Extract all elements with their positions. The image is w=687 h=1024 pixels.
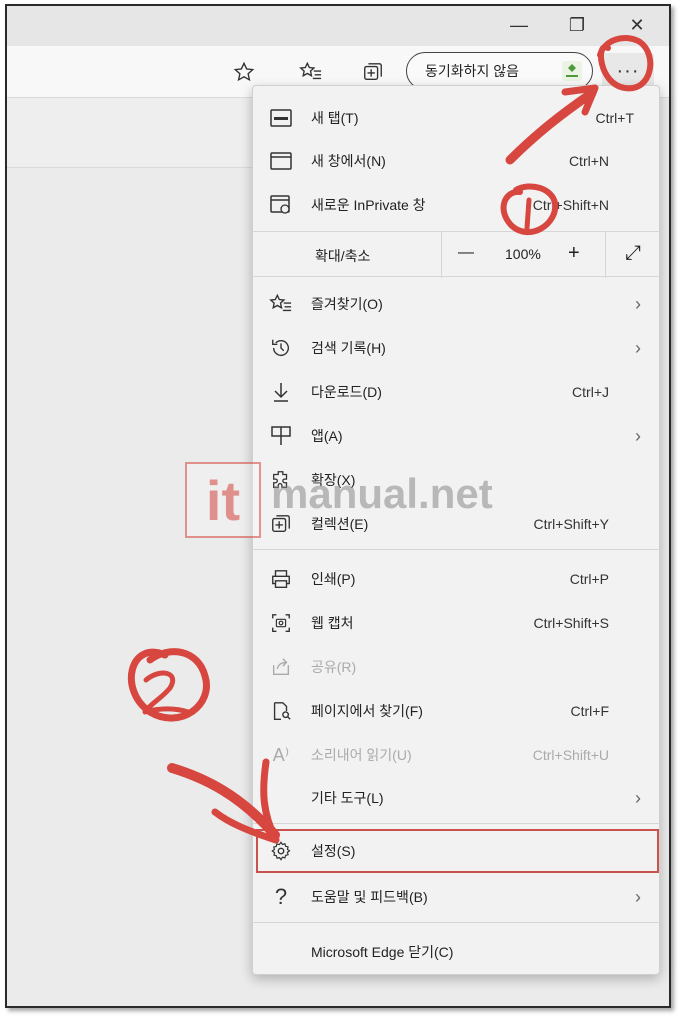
watermark-logo-box: it xyxy=(185,462,261,538)
menu-item-label: 인쇄(P) xyxy=(311,571,356,587)
menu-item-new-tab[interactable]: 새 탭(T) Ctrl+T xyxy=(253,98,659,138)
menu-item-label: 페이지에서 찾기(F) xyxy=(311,703,423,719)
menu-item-shortcut: Ctrl+Shift+U xyxy=(532,747,609,763)
find-icon xyxy=(267,697,295,725)
zoom-row: 확대/축소 — 100% + ⤢ xyxy=(253,231,659,278)
menu-item-find-on-page[interactable]: 페이지에서 찾기(F) Ctrl+F xyxy=(253,691,659,731)
favorites-icon[interactable] xyxy=(297,58,325,86)
menu-item-shortcut: Ctrl+Shift+S xyxy=(533,615,609,631)
menu-item-new-window[interactable]: 새 창에서(N) Ctrl+N xyxy=(253,141,659,181)
menu-item-shortcut: Ctrl+P xyxy=(569,571,609,587)
menu-item-help[interactable]: ? 도움말 및 피드백(B) › xyxy=(253,877,659,917)
menu-item-shortcut: Ctrl+T xyxy=(595,110,635,126)
menu-item-label: 새 탭(T) xyxy=(311,110,359,126)
history-icon xyxy=(267,334,295,362)
zoom-level: 100% xyxy=(505,246,541,262)
new-window-icon xyxy=(267,147,295,175)
new-tab-icon xyxy=(267,104,295,132)
chevron-right-icon: › xyxy=(635,293,641,314)
close-button[interactable]: ✕ xyxy=(617,10,657,40)
web-capture-icon xyxy=(267,609,295,637)
menu-item-history[interactable]: 검색 기록(H) › xyxy=(253,328,659,368)
restore-button[interactable]: ❐ xyxy=(557,10,597,40)
zoom-in-button[interactable]: + xyxy=(568,242,580,265)
menu-item-web-capture[interactable]: 웹 캡처 Ctrl+Shift+S xyxy=(253,603,659,643)
more-options-button[interactable]: ··· xyxy=(602,53,654,89)
menu-item-more-tools[interactable]: 기타 도구(L) › xyxy=(253,778,659,818)
menu-item-settings[interactable]: 설정(S) xyxy=(253,831,659,871)
profile-avatar xyxy=(562,61,582,81)
menu-item-label: 검색 기록(H) xyxy=(311,340,386,356)
menu-item-label: 다운로드(D) xyxy=(311,384,382,400)
page-area-line xyxy=(7,98,277,168)
chevron-right-icon: › xyxy=(635,425,641,446)
menu-item-label: 소리내어 읽기(U) xyxy=(311,747,412,763)
title-bar: — ❐ ✕ xyxy=(7,6,669,46)
menu-item-downloads[interactable]: 다운로드(D) Ctrl+J xyxy=(253,372,659,412)
menu-item-label: 도움말 및 피드백(B) xyxy=(311,889,428,905)
chevron-right-icon: › xyxy=(635,337,641,358)
gear-icon xyxy=(267,837,295,865)
read-aloud-icon: A⁾ xyxy=(272,744,290,765)
menu-item-apps[interactable]: 앱(A) › xyxy=(253,416,659,456)
menu-item-shortcut: Ctrl+Shift+Y xyxy=(533,516,609,532)
zoom-label: 확대/축소 xyxy=(315,248,371,264)
menu-item-inprivate[interactable]: 새로운 InPrivate 창 Ctrl+Shift+N xyxy=(253,185,659,225)
menu-item-shortcut: Ctrl+J xyxy=(572,384,609,400)
menu-item-label: 새 창에서(N) xyxy=(311,153,386,169)
share-icon xyxy=(267,653,295,681)
watermark-text: manual.net xyxy=(271,470,493,517)
chevron-right-icon: › xyxy=(635,886,641,907)
menu-item-label: 웹 캡처 xyxy=(311,615,354,631)
menu-item-print[interactable]: 인쇄(P) Ctrl+P xyxy=(253,559,659,599)
menu-item-label: 기타 도구(L) xyxy=(311,790,384,806)
zoom-out-button[interactable]: — xyxy=(458,244,474,262)
menu-item-favorites[interactable]: 즐겨찾기(O) › xyxy=(253,284,659,324)
menu-item-shortcut: Ctrl+Shift+N xyxy=(532,197,609,213)
star-outline-icon[interactable] xyxy=(230,58,258,86)
menu-item-label: 앱(A) xyxy=(311,428,343,444)
minimize-button[interactable]: — xyxy=(499,10,539,40)
menu-item-shortcut: Ctrl+N xyxy=(568,153,609,169)
menu-item-share[interactable]: 공유(R) xyxy=(253,647,659,687)
help-icon: ? xyxy=(274,884,288,909)
favorites-icon xyxy=(267,290,295,318)
inprivate-icon xyxy=(267,191,295,219)
download-icon xyxy=(267,378,295,406)
fullscreen-icon[interactable]: ⤢ xyxy=(625,242,641,265)
menu-item-label: Microsoft Edge 닫기(C) xyxy=(311,944,454,960)
menu-item-label: 공유(R) xyxy=(311,659,357,675)
collections-icon[interactable] xyxy=(359,58,387,86)
menu-item-close-edge[interactable]: Microsoft Edge 닫기(C) xyxy=(253,932,659,972)
menu-item-read-aloud[interactable]: A⁾ 소리내어 읽기(U) Ctrl+Shift+U xyxy=(253,735,659,775)
print-icon xyxy=(267,565,295,593)
menu-item-label: 즐겨찾기(O) xyxy=(311,296,383,312)
menu-item-label: 설정(S) xyxy=(311,843,356,859)
chevron-right-icon: › xyxy=(635,787,641,808)
menu-item-label: 새로운 InPrivate 창 xyxy=(311,197,426,213)
sync-status-label: 동기화하지 않음 xyxy=(425,63,520,79)
menu-item-shortcut: Ctrl+F xyxy=(570,703,610,719)
watermark: it manual.net xyxy=(185,462,495,542)
apps-icon xyxy=(267,422,295,450)
